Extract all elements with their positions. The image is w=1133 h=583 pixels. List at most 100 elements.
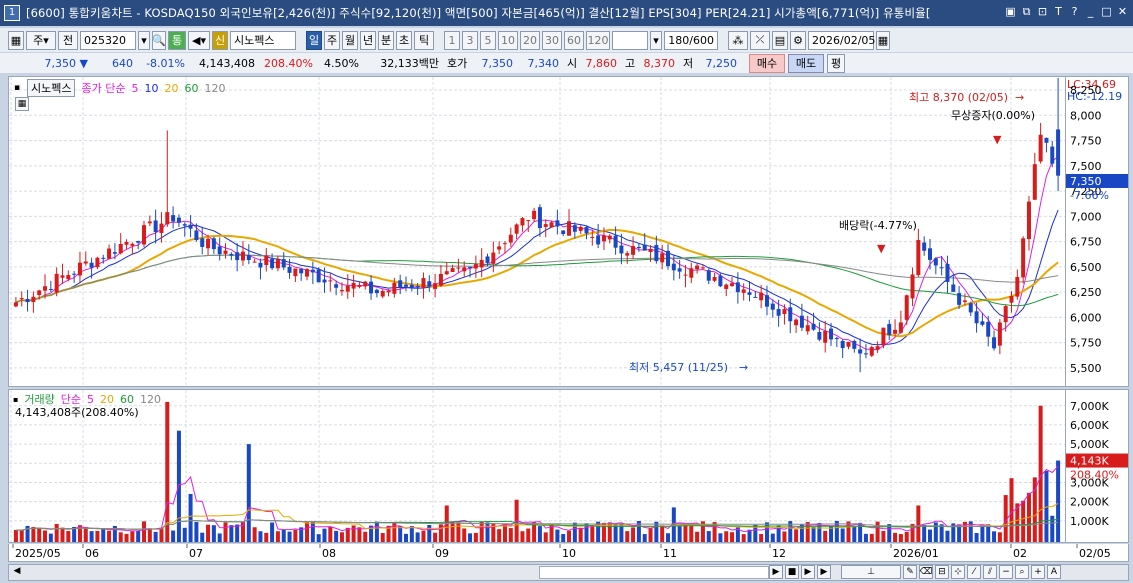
- grid-toggle-icon[interactable]: ▦: [8, 30, 24, 50]
- volume-bar: [118, 532, 123, 542]
- scroll-left-icon[interactable]: ◀: [11, 566, 23, 579]
- play-icon[interactable]: ▶: [801, 565, 815, 579]
- interval-30[interactable]: 30: [542, 30, 562, 50]
- stock-code-input[interactable]: 025320: [80, 30, 136, 50]
- erase-icon[interactable]: ⌫: [919, 565, 933, 579]
- minimize-icon[interactable]: _: [1084, 4, 1097, 20]
- volume-bar: [485, 522, 490, 542]
- interval-1[interactable]: 1: [444, 30, 460, 50]
- chart-tool-icon[interactable]: ⤫: [750, 30, 770, 50]
- prev-button[interactable]: 전: [58, 30, 78, 50]
- volume-chart[interactable]: ▪ 거래량 단순 5 20 60 120 4,143,408주(208.40%): [8, 389, 1066, 543]
- interval-5[interactable]: 5: [480, 30, 496, 50]
- volume-bar: [904, 531, 909, 542]
- volume-bar: [863, 533, 868, 542]
- calendar-icon[interactable]: ▦: [876, 30, 890, 50]
- date-field[interactable]: 2026/02/05: [808, 30, 875, 50]
- zoom-out-icon[interactable]: −: [999, 565, 1013, 579]
- crosshair-icon[interactable]: ⊹: [951, 565, 965, 579]
- candle: [724, 283, 729, 297]
- tab-tick[interactable]: 틱: [414, 30, 434, 50]
- interval-60[interactable]: 60: [564, 30, 584, 50]
- maximize-icon[interactable]: □: [1100, 4, 1113, 20]
- stop-icon[interactable]: ■: [785, 565, 799, 579]
- candle: [747, 281, 752, 302]
- legend-toggle-icon[interactable]: ▪: [13, 83, 21, 93]
- candle: [223, 243, 228, 259]
- tab-second[interactable]: 초: [396, 30, 412, 50]
- tab-day[interactable]: 일: [306, 30, 322, 50]
- scroll-right-icon[interactable]: ▶: [769, 565, 783, 579]
- interval-input[interactable]: [612, 30, 648, 50]
- hoga-label: 호가: [447, 57, 468, 70]
- volume-bar: [456, 522, 461, 542]
- restore-icon[interactable]: ▣: [1004, 4, 1017, 20]
- zoom-slider-icon[interactable]: ⊥: [841, 565, 901, 579]
- candle: [712, 272, 717, 283]
- select-tool-icon[interactable]: ⊟: [935, 565, 949, 579]
- zoom-in-icon[interactable]: +: [1031, 565, 1045, 579]
- sound-icon[interactable]: ◀▾: [188, 30, 210, 50]
- candle: [217, 237, 222, 261]
- tab-month[interactable]: 월: [342, 30, 358, 50]
- volume-bar: [1009, 478, 1014, 542]
- candle: [31, 291, 36, 313]
- settings-icon[interactable]: ⚙: [790, 30, 806, 50]
- volume-tick: 7,000K: [1070, 400, 1109, 413]
- save-icon[interactable]: ▤: [772, 30, 788, 50]
- compare-icon[interactable]: ⁂: [728, 30, 748, 50]
- search-icon[interactable]: 🔍: [152, 30, 166, 50]
- legend-stock-name[interactable]: 시노펙스: [27, 79, 76, 97]
- candle: [532, 207, 537, 223]
- tong-button[interactable]: 통: [168, 30, 186, 50]
- candle: [561, 230, 566, 237]
- help-icon[interactable]: ?: [1068, 4, 1081, 20]
- volume-tick: 5,000K: [1070, 438, 1109, 451]
- interval-120[interactable]: 120: [586, 30, 610, 50]
- bar-count-field[interactable]: 180/600: [664, 30, 718, 50]
- volume-bar: [479, 521, 484, 542]
- buy-button[interactable]: 매수: [749, 53, 785, 73]
- pin-icon[interactable]: ⊡: [1036, 4, 1049, 20]
- price-chart[interactable]: 최고 8,370 (02/05) → 무상증자(0.00%) ▼ 배당락(-4.77%)…: [8, 76, 1066, 387]
- price-tick: 8,000: [1070, 109, 1102, 122]
- fib-tool-icon[interactable]: ⫽: [983, 565, 997, 579]
- volume-bar: [520, 531, 525, 542]
- candle: [369, 275, 374, 300]
- candle: [718, 273, 723, 288]
- font-icon[interactable]: T: [1052, 4, 1065, 20]
- avg-button[interactable]: 평: [827, 53, 845, 73]
- code-dropdown-icon[interactable]: ▾: [138, 30, 150, 50]
- search-icon[interactable]: ⌕: [1015, 565, 1029, 579]
- sell-button[interactable]: 매도: [788, 53, 824, 73]
- tab-year[interactable]: 년: [360, 30, 376, 50]
- fast-forward-icon[interactable]: ▶: [817, 565, 831, 579]
- volume-bar: [770, 533, 775, 542]
- volume-bar: [462, 528, 467, 542]
- table-view-icon[interactable]: ▦: [15, 97, 29, 111]
- font-size-icon[interactable]: A: [1047, 565, 1061, 579]
- candle: [147, 215, 152, 227]
- tab-minute[interactable]: 분: [378, 30, 394, 50]
- interval-20[interactable]: 20: [520, 30, 540, 50]
- draw-tool-icon[interactable]: ✎: [903, 565, 917, 579]
- line-tool-icon[interactable]: ⁄: [967, 565, 981, 579]
- chart-scrollbar[interactable]: ◀ ▶ ■ ▶ ▶ ⊥ ✎ ⌫ ⊟ ⊹ ⁄ ⫽ − ⌕ + A: [8, 564, 1129, 581]
- period-type-select[interactable]: 주 ▾: [26, 30, 56, 50]
- candle: [823, 320, 828, 353]
- stock-name-field[interactable]: 시노펙스: [230, 30, 296, 50]
- copy-icon[interactable]: ⧉: [1020, 4, 1033, 20]
- candle: [118, 233, 123, 255]
- close-icon[interactable]: ✕: [1116, 4, 1129, 20]
- price-tick: 5,500: [1070, 362, 1102, 375]
- sin-button[interactable]: 신: [212, 30, 228, 50]
- volume-bar: [374, 521, 379, 542]
- volume-bar: [683, 523, 688, 542]
- volume-bar: [322, 528, 327, 542]
- interval-dropdown-icon[interactable]: ▾: [650, 30, 662, 50]
- candle: [1050, 140, 1055, 168]
- tab-week[interactable]: 주: [324, 30, 340, 50]
- interval-10[interactable]: 10: [498, 30, 518, 50]
- interval-3[interactable]: 3: [462, 30, 478, 50]
- scroll-thumb[interactable]: [539, 566, 769, 579]
